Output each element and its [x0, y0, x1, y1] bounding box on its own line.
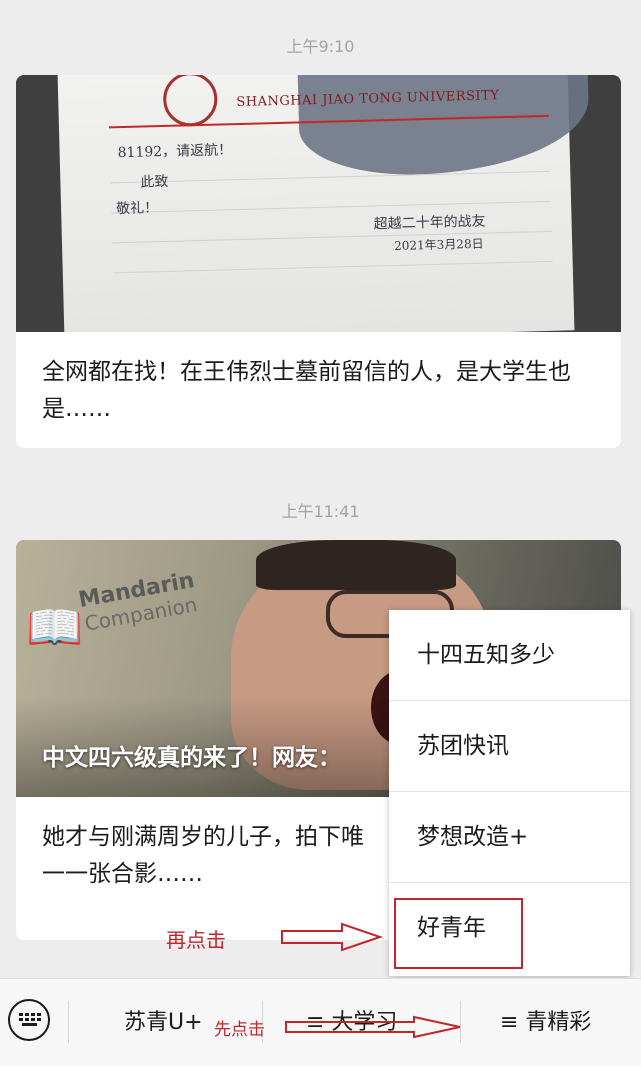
highlight-box [394, 898, 523, 969]
menu-tab-suqing[interactable]: 苏青U+ [124, 979, 203, 1066]
university-seal [162, 75, 218, 127]
article-cover-image: SHANGHAI JIAO TONG UNIVERSITY 81192，请返航！… [16, 75, 621, 332]
article-title[interactable]: 全网都在找！在王伟烈士墓前留信的人，是大学生也是…… [16, 332, 621, 428]
timestamp: 上午11:41 [281, 502, 360, 521]
arrow-icon [281, 922, 384, 952]
submenu-item[interactable]: 梦想改造+ [389, 792, 630, 883]
menu-tab-qingjingcai[interactable]: ≡ 青精彩 [500, 979, 591, 1066]
handwriting-line: 81192，请返航！ [117, 142, 233, 162]
book-icon: 📖 [26, 600, 84, 654]
article-title[interactable]: 中文四六级真的来了！网友： [42, 738, 341, 772]
annotation-click-again: 再点击 [166, 928, 226, 952]
submenu-item[interactable]: 十四五知多少 [389, 610, 630, 701]
handwriting-line: 超越二十年的战友 [373, 213, 486, 233]
article-summary[interactable]: 她才与刚满周岁的儿子，拍下唯一一张合影…… [16, 797, 398, 893]
article-card[interactable]: SHANGHAI JIAO TONG UNIVERSITY 81192，请返航！… [16, 75, 621, 448]
submenu-item[interactable]: 苏团快讯 [389, 701, 630, 792]
annotation-click-first: 先点击 [214, 1020, 265, 1040]
handwriting-line: 2021年3月28日 [393, 236, 484, 253]
timestamp: 上午9:10 [286, 37, 355, 56]
arrow-icon [285, 1015, 461, 1039]
handwriting-line: 此致 [140, 173, 169, 191]
handwriting-line: 敬礼！ [115, 200, 159, 218]
letter-photo: SHANGHAI JIAO TONG UNIVERSITY 81192，请返航！… [57, 75, 591, 332]
keyboard-icon[interactable] [8, 999, 50, 1041]
